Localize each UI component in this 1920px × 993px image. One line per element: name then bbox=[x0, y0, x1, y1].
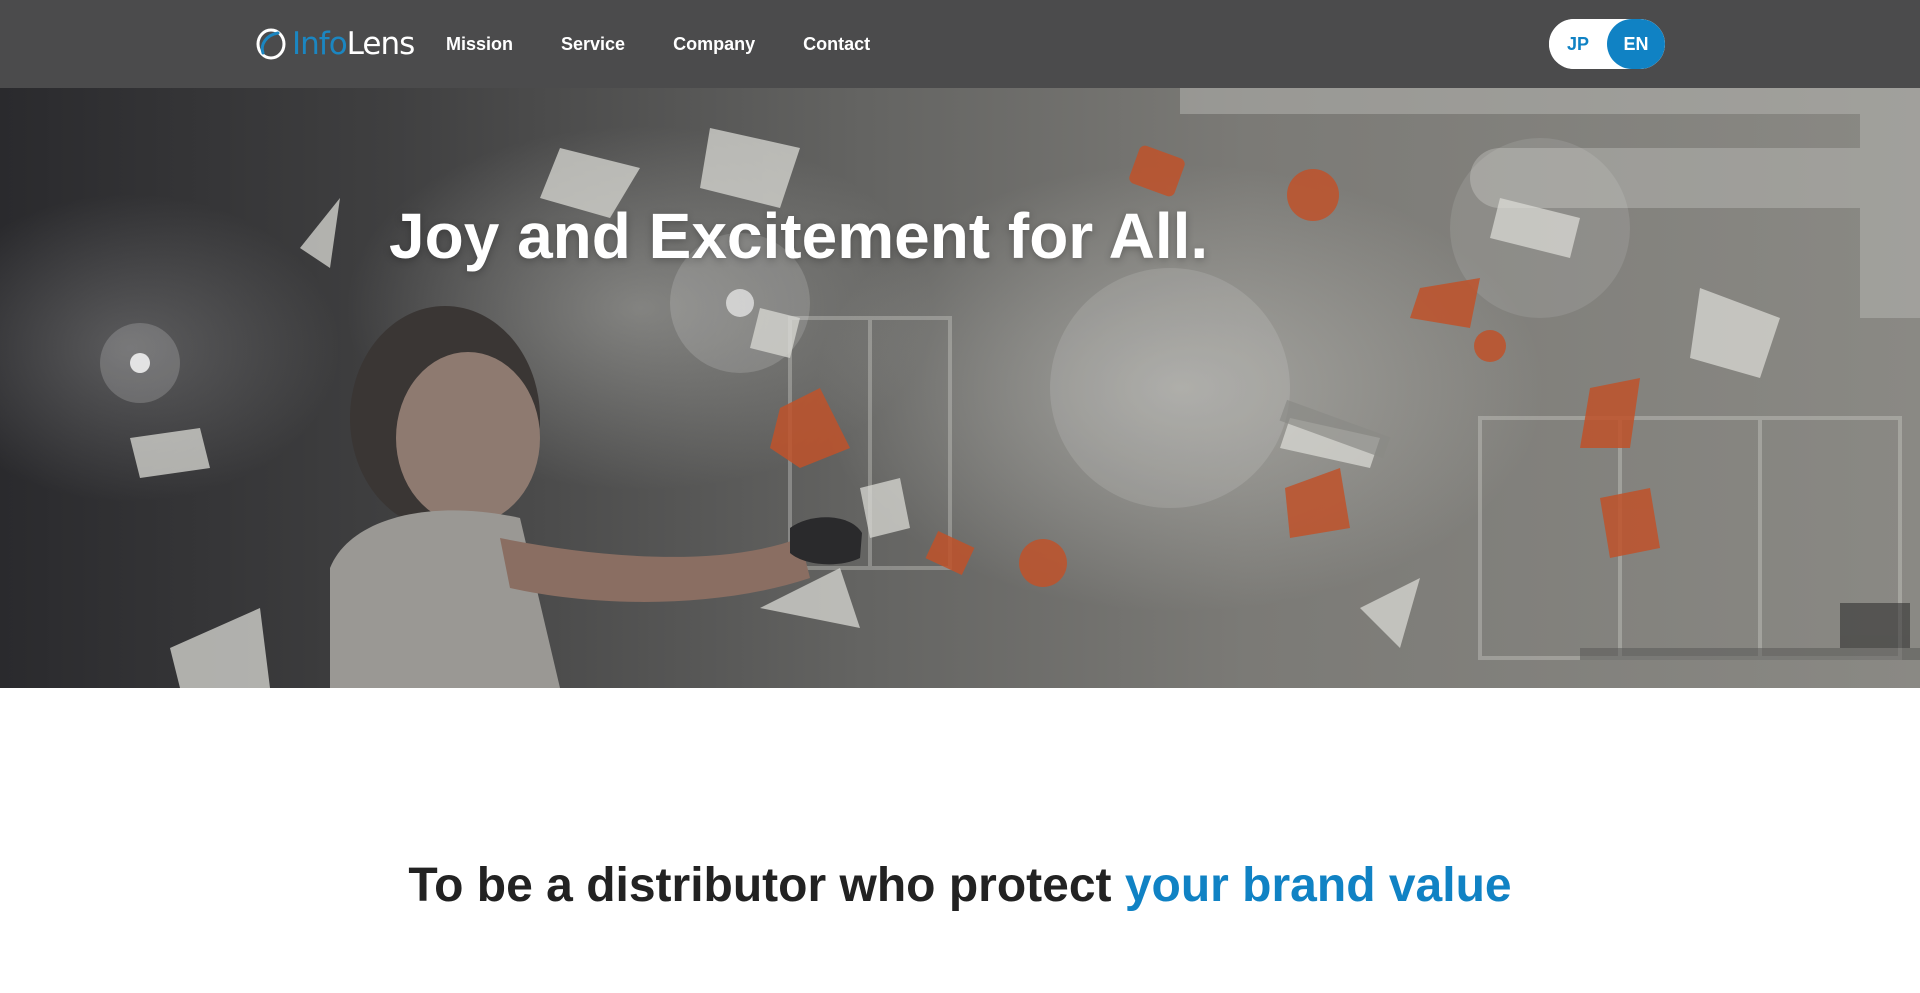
lens-ring-icon bbox=[254, 27, 288, 61]
logo-text-lens: Lens bbox=[346, 26, 416, 62]
mission-section: To be a distributor who protect your bra… bbox=[0, 688, 1920, 993]
logo-wordmark: InfoLens bbox=[292, 24, 416, 64]
language-toggle: JP EN bbox=[1549, 19, 1665, 69]
nav-item-company[interactable]: Company bbox=[673, 34, 755, 55]
main-nav: Mission Service Company Contact bbox=[446, 0, 918, 88]
site-header: InfoLens Mission Service Company Contact… bbox=[0, 0, 1920, 88]
mission-heading: To be a distributor who protect your bra… bbox=[0, 856, 1920, 916]
language-jp-button[interactable]: JP bbox=[1549, 19, 1607, 69]
language-en-button[interactable]: EN bbox=[1607, 19, 1665, 69]
nav-item-mission[interactable]: Mission bbox=[446, 34, 513, 55]
nav-item-service[interactable]: Service bbox=[561, 34, 625, 55]
logo-text-info: Info bbox=[292, 26, 348, 62]
hero-banner: Joy and Excitement for All. bbox=[0, 88, 1920, 688]
hero-background-image bbox=[100, 88, 1920, 688]
mission-heading-accent: your brand value bbox=[1124, 859, 1512, 912]
hero-title: Joy and Excitement for All. bbox=[389, 200, 1209, 272]
logo[interactable]: InfoLens bbox=[254, 24, 416, 64]
nav-item-contact[interactable]: Contact bbox=[803, 34, 870, 55]
mission-heading-text: To be a distributor who protect bbox=[408, 859, 1125, 912]
